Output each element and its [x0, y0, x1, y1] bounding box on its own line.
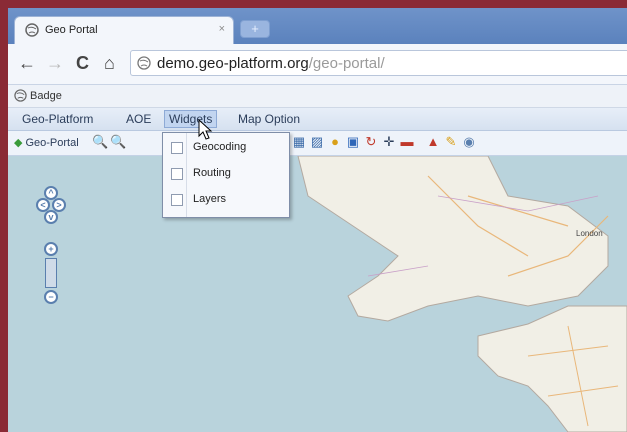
zoom-slider[interactable] — [45, 258, 57, 288]
measure-icon[interactable]: ▬ — [400, 135, 414, 149]
mouse-pointer-icon — [198, 119, 213, 140]
refresh-icon[interactable]: ↻ — [364, 135, 378, 149]
layers-checkbox[interactable] — [171, 194, 183, 206]
grid-tool-icon[interactable]: ▦ — [292, 135, 306, 149]
address-bar[interactable]: demo.geo-platform.org/geo-portal/ — [130, 50, 627, 76]
url-text: demo.geo-platform.org/geo-portal/ — [157, 55, 385, 72]
draw-polygon-icon[interactable]: ▣ — [346, 135, 360, 149]
geo-portal-icon: ◆ — [14, 137, 23, 149]
menu-map-option[interactable]: Map Option — [234, 112, 304, 126]
plus-icon: + — [251, 21, 259, 36]
geocoding-label: Geocoding — [193, 141, 247, 153]
geo-portal-label: Geo-Portal — [25, 137, 79, 149]
tab-geo-portal[interactable]: Geo Portal × — [14, 16, 234, 44]
home-icon[interactable]: ⌂ — [104, 52, 115, 74]
widgets-dropdown-menu: Geocoding Routing Layers — [162, 132, 290, 218]
zoom-in-tool-icon[interactable]: 🔍 — [92, 135, 108, 149]
globe-icon — [137, 56, 151, 70]
layers-label: Layers — [193, 193, 227, 205]
globe-icon — [25, 23, 39, 37]
edit-pencil-icon[interactable]: ✎ — [444, 135, 458, 149]
pan-icon[interactable]: ✛ — [382, 135, 396, 149]
globe-icon — [14, 89, 27, 102]
zoom-out-icon[interactable]: − — [44, 290, 58, 304]
user-pin-icon[interactable]: ▲ — [426, 135, 440, 149]
map-toolbar: ◆ Geo-Portal 🔍 🔍 ▦ ▨ ● ▣ ↻ ✛ ▬ ▲ ✎ ◉ — [8, 131, 627, 156]
query-icon[interactable]: ◉ — [462, 135, 476, 149]
widget-item-geocoding[interactable]: Geocoding — [163, 137, 289, 161]
bookmarks-bar: Badge — [8, 85, 627, 108]
tab-title: Geo Portal — [45, 24, 98, 36]
draw-point-icon[interactable]: ● — [328, 135, 342, 149]
widget-item-routing[interactable]: Routing — [163, 163, 289, 187]
place-label-london: London — [576, 229, 603, 238]
reload-icon[interactable]: C — [76, 52, 89, 74]
bookmark-badge[interactable]: Badge — [30, 90, 62, 102]
zoom-out-tool-icon[interactable]: 🔍 — [110, 135, 126, 149]
geocoding-checkbox[interactable] — [171, 142, 183, 154]
pan-down-icon[interactable]: v — [44, 210, 58, 224]
app-menu-bar: Geo-Platform AOE Widgets Map Option — [8, 108, 627, 131]
routing-label: Routing — [193, 167, 231, 179]
widget-item-layers[interactable]: Layers — [163, 189, 289, 213]
routing-checkbox[interactable] — [171, 168, 183, 180]
map-layer — [177, 156, 627, 432]
zoom-in-icon[interactable]: + — [44, 242, 58, 256]
url-path: /geo-portal/ — [308, 55, 385, 72]
map-canvas[interactable]: London — [8, 156, 627, 432]
url-host: demo.geo-platform.org — [157, 55, 309, 72]
menu-geo-platform[interactable]: Geo-Platform — [18, 112, 97, 126]
forward-arrow-icon[interactable]: → — [46, 52, 64, 74]
navigation-bar: ← → C ⌂ demo.geo-platform.org/geo-portal… — [8, 44, 627, 85]
geo-portal-button[interactable]: ◆ Geo-Portal — [14, 136, 79, 149]
extent-tool-icon[interactable]: ▨ — [310, 135, 324, 149]
menu-aoe[interactable]: AOE — [122, 112, 155, 126]
browser-window: Geo Portal × + ← → C ⌂ demo.geo-platform… — [8, 8, 627, 432]
new-tab-button[interactable]: + — [240, 20, 270, 38]
back-arrow-icon[interactable]: ← — [18, 52, 36, 74]
tab-close-icon[interactable]: × — [219, 23, 225, 35]
tab-strip: Geo Portal × + — [8, 8, 627, 44]
